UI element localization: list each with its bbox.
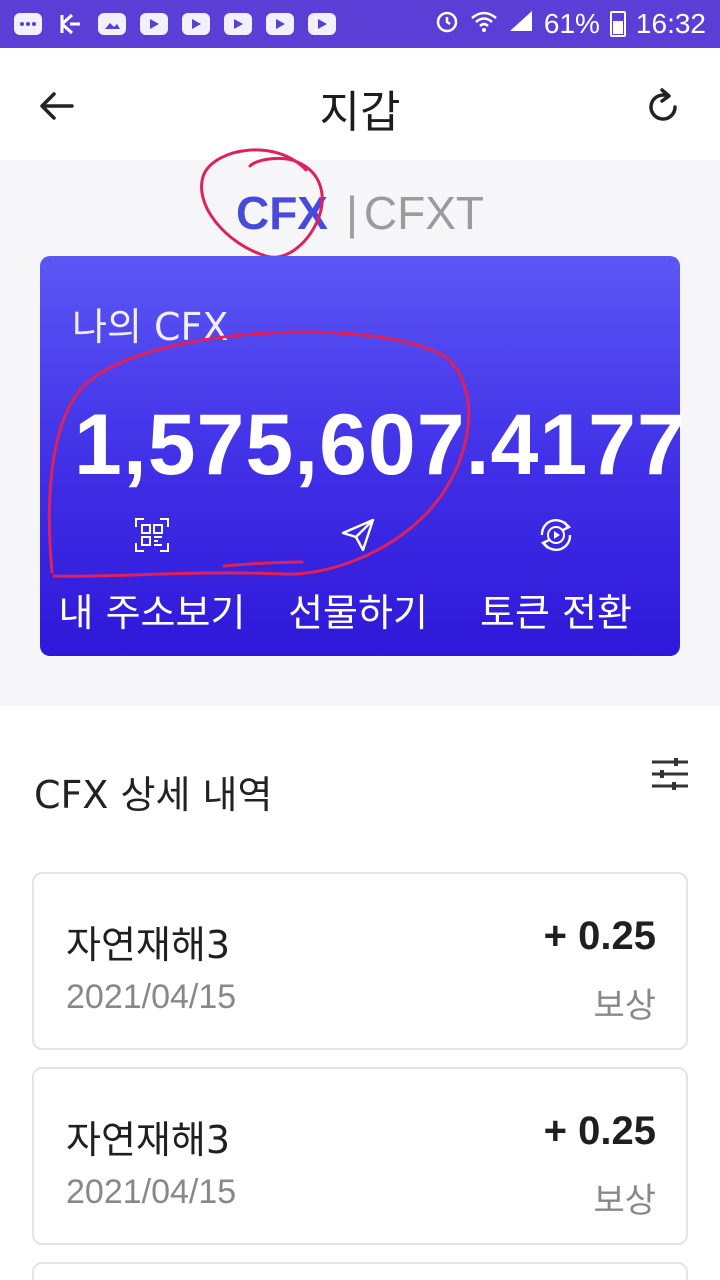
send-icon [258, 510, 458, 560]
alarm-icon [434, 8, 460, 41]
card-label: 나의 CFX [72, 305, 229, 349]
action-label: 내 주소보기 [58, 591, 246, 635]
gift-button[interactable]: 선물하기 [258, 510, 458, 637]
transaction-type: 보상 [593, 986, 656, 1026]
status-bar-system: 61% 16:32 [434, 8, 706, 41]
transaction-name: 자연재해3 [66, 923, 231, 967]
app-header: 지갑 [0, 48, 720, 160]
action-label: 선물하기 [288, 591, 428, 635]
my-address-button[interactable]: 내 주소보기 [52, 510, 252, 637]
card-actions: 내 주소보기 선물하기 토큰 전환 [40, 510, 680, 635]
details-title: CFX 상세 내역 [34, 773, 273, 817]
youtube-icon [266, 13, 294, 35]
battery-percent: 61% [543, 8, 600, 39]
token-tabs: CFX | CFXT [0, 186, 720, 240]
hand-drawn-circle-annotation [200, 148, 324, 259]
transaction-item-partial[interactable] [32, 1262, 688, 1280]
transaction-name: 자연재해3 [66, 1118, 231, 1162]
chat-bubble-icon [14, 13, 42, 35]
balance-amount: 1,575,607.4177 [74, 397, 686, 493]
transaction-item[interactable]: 자연재해3 2021/04/15 + 0.25 보상 [32, 1067, 688, 1245]
wifi-icon [470, 8, 498, 40]
refresh-button[interactable] [636, 78, 692, 134]
filter-button[interactable] [648, 752, 692, 796]
action-label: 토큰 전환 [480, 591, 632, 635]
page-title: 지갑 [319, 87, 401, 138]
tab-separator: | [345, 187, 358, 239]
image-icon [98, 13, 126, 35]
refresh-icon [649, 88, 677, 121]
transaction-item[interactable]: 자연재해3 2021/04/15 + 0.25 보상 [32, 872, 688, 1050]
tab-cfxt[interactable]: CFXT [364, 187, 484, 239]
convert-token-button[interactable]: 토큰 전환 [456, 510, 656, 637]
youtube-icon [140, 13, 168, 35]
transaction-amount: + 0.25 [543, 914, 656, 958]
balance-card: 나의 CFX 1,575,607.4177 내 주소보기 선물하기 토큰 전환 [40, 256, 685, 656]
transaction-amount: + 0.25 [543, 1109, 656, 1153]
qr-icon [52, 510, 252, 560]
transaction-date: 2021/04/15 [66, 1173, 237, 1211]
battery-icon [609, 11, 626, 37]
app-k-icon [56, 13, 84, 35]
sliders-icon [652, 758, 688, 790]
youtube-icon [182, 13, 210, 35]
clock: 16:32 [635, 8, 706, 39]
transaction-type: 보상 [593, 1181, 656, 1221]
transaction-date: 2021/04/15 [66, 978, 237, 1016]
status-bar: 61% 16:32 [0, 0, 720, 48]
youtube-icon [224, 13, 252, 35]
convert-icon [456, 510, 656, 560]
wallet-summary: CFX | CFXT 나의 CFX 1,575,607.4177 내 주소보기 선물… [0, 148, 720, 706]
status-bar-notifications [14, 13, 336, 35]
youtube-icon [308, 13, 336, 35]
signal-icon [508, 8, 534, 40]
